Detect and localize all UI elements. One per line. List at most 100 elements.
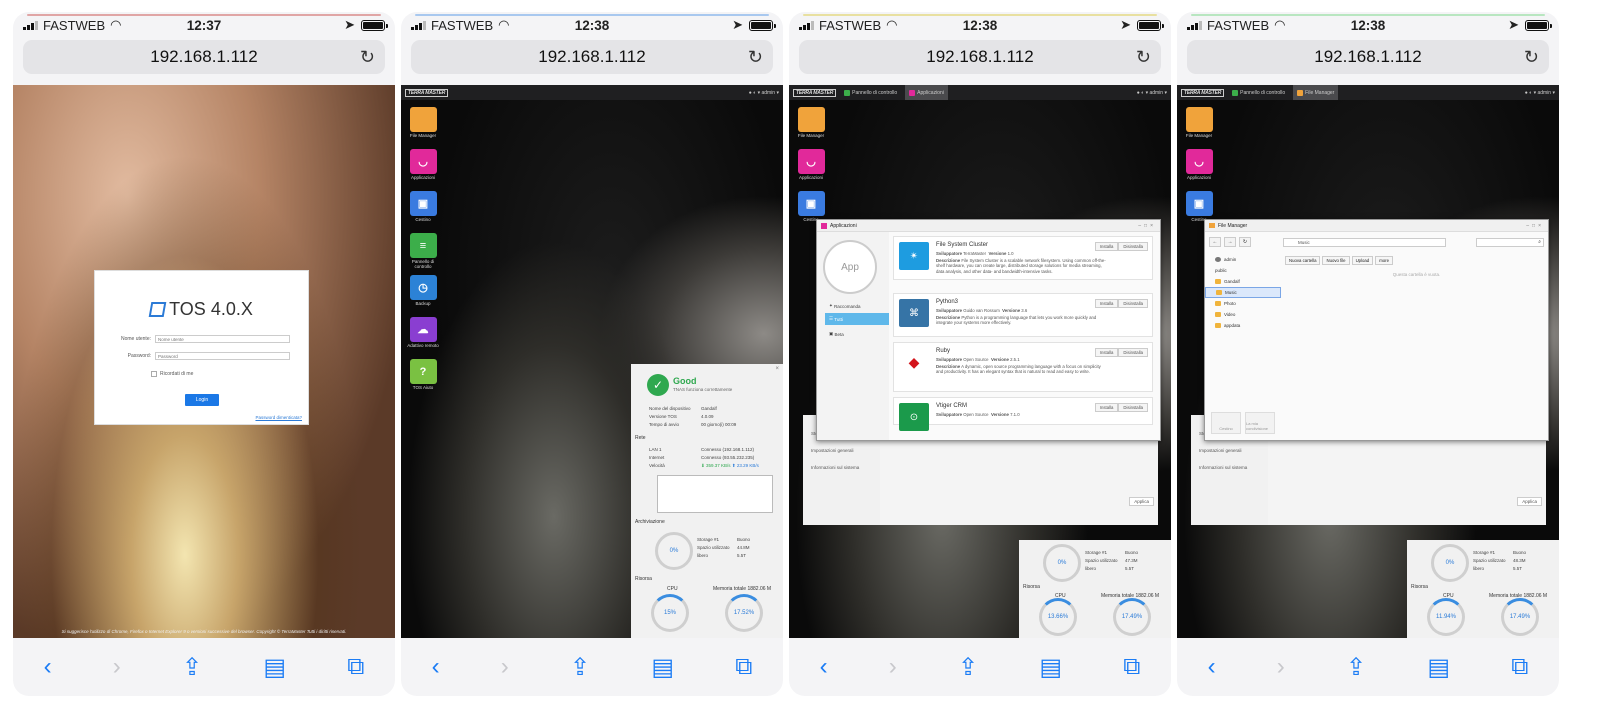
nav-forward-icon[interactable]: → (1224, 237, 1236, 247)
user-menu[interactable]: ● ◐ ▾ admin ▾ (1137, 90, 1167, 96)
address-bar[interactable]: 192.168.1.112 ↻ (1187, 40, 1549, 74)
reload-icon[interactable]: ↻ (1524, 47, 1539, 68)
desktop-icon-help[interactable]: ? TOS Aiuto (407, 359, 439, 401)
taskbar-tab-apps[interactable]: Applicazioni (905, 85, 948, 100)
install-button[interactable]: Installa (1094, 403, 1119, 412)
more-button[interactable]: more (1375, 256, 1393, 265)
reload-icon[interactable]: ↻ (1136, 47, 1151, 68)
taskbar-tab-control-panel[interactable]: Pannello di controllo (1228, 85, 1289, 100)
tree-item[interactable]: Gandalf (1205, 276, 1281, 287)
tree-item[interactable]: admin (1205, 254, 1281, 265)
apply-button[interactable]: Applica (1129, 497, 1154, 506)
forgot-password-link[interactable]: Password dimenticata? (255, 415, 302, 420)
new-file-button[interactable]: Nuovo file (1322, 256, 1350, 265)
tree-item[interactable]: public (1205, 265, 1281, 276)
tabs-icon[interactable]: ⧉ (1511, 653, 1528, 681)
install-button[interactable]: Installa (1094, 242, 1119, 251)
reload-icon[interactable]: ↻ (748, 47, 763, 68)
tree-item-selected[interactable]: Music (1205, 287, 1281, 298)
tabs-icon[interactable]: ⧉ (347, 653, 364, 681)
taskbar-tab-control-panel[interactable]: Pannello di controllo (840, 85, 901, 100)
reload-icon[interactable]: ↻ (360, 47, 375, 68)
share-icon[interactable]: ⇪ (958, 653, 978, 682)
resource-section-title: Risorsa (635, 576, 652, 582)
login-button[interactable]: Login (185, 394, 219, 406)
desktop-icon-applicazioni[interactable]: ◡ Applicazioni (1183, 149, 1215, 191)
new-folder-button[interactable]: Nuova cartella (1285, 256, 1321, 265)
fm-path-field[interactable]: Music (1283, 238, 1446, 247)
desktop-icon-pannello[interactable]: ≡ Pannello di controllo (407, 233, 439, 275)
apply-button[interactable]: Applica (1517, 497, 1542, 506)
internet-label: Internet (649, 455, 665, 460)
window-controls[interactable]: –□× (1526, 223, 1544, 229)
tabs-icon[interactable]: ⧉ (735, 653, 752, 681)
cp-system-info[interactable]: Informazioni sul sistema (1199, 465, 1247, 470)
desktop-icon-remote[interactable]: ☁ Adattivo remoto (407, 317, 439, 359)
phone-screen-apps: FASTWEB ◠ 12:38 ➤ 192.168.1.112 ↻ TERRA … (789, 12, 1171, 696)
apps-icon (821, 222, 827, 229)
help-icon: ? (409, 359, 437, 384)
cube-icon (148, 302, 167, 317)
uninstall-button[interactable]: Disinstalla (1118, 242, 1148, 251)
nav-back-icon[interactable]: ← (1209, 237, 1221, 247)
bookmarks-icon[interactable]: ▤ (651, 653, 674, 682)
tree-item[interactable]: Video (1205, 309, 1281, 320)
remember-checkbox[interactable] (151, 371, 157, 377)
desktop-icon-backup[interactable]: ◷ Backup (407, 275, 439, 317)
cpu-label: CPU (667, 586, 678, 592)
refresh-icon[interactable]: ↻ (1239, 237, 1251, 247)
desktop-icon-applicazioni[interactable]: ◡ Applicazioni (795, 149, 827, 191)
username-input[interactable] (155, 335, 290, 343)
bookmarks-icon[interactable]: ▤ (1427, 653, 1450, 682)
window-controls[interactable]: –□× (1138, 223, 1156, 229)
uptime-value: 00 giorno(i) 00:09 (701, 422, 737, 427)
status-bar: FASTWEB ◠ 12:37 ➤ (13, 12, 395, 38)
cat-recommended[interactable]: ✦ Raccomanda (825, 300, 889, 312)
cp-system-info[interactable]: Informazioni sul sistema (811, 465, 859, 470)
cp-general-settings[interactable]: Impostazioni generali (811, 448, 854, 453)
uninstall-button[interactable]: Disinstalla (1118, 403, 1148, 412)
bookmarks-icon[interactable]: ▤ (1039, 653, 1062, 682)
back-icon[interactable]: ‹ (432, 653, 440, 681)
cat-beta[interactable]: ▣ Beta (825, 328, 889, 340)
password-input[interactable] (155, 352, 290, 360)
apps-window-titlebar[interactable]: Applicazioni –□× (817, 220, 1160, 232)
user-menu[interactable]: ● ◐ ▾ admin ▾ (1525, 90, 1555, 96)
back-icon[interactable]: ‹ (820, 653, 828, 681)
fm-search-field[interactable]: ⌕ (1476, 238, 1544, 247)
used-value: 44.8M (737, 545, 750, 550)
address-bar[interactable]: 192.168.1.112 ↻ (411, 40, 773, 74)
install-button[interactable]: Installa (1094, 299, 1119, 308)
desktop-icon-cestino[interactable]: ▣ Cestino (407, 191, 439, 233)
cat-all[interactable]: ☰ Tutti (825, 313, 889, 325)
my-share-shortcut[interactable]: La mia condivisione (1245, 412, 1275, 434)
tree-item[interactable]: appdata (1205, 320, 1281, 331)
share-icon[interactable]: ⇪ (182, 653, 202, 682)
health-status: Good (673, 376, 697, 386)
back-icon[interactable]: ‹ (1208, 653, 1216, 681)
trash-shortcut[interactable]: Cestino (1211, 412, 1241, 434)
install-button[interactable]: Installa (1094, 348, 1119, 357)
address-bar[interactable]: 192.168.1.112 ↻ (23, 40, 385, 74)
desktop-icon-file-manager[interactable]: File Manager (795, 107, 827, 149)
remember-me[interactable]: Ricordati di me (151, 371, 193, 377)
taskbar-tab-file-manager[interactable]: File Manager (1293, 85, 1339, 100)
tabs-icon[interactable]: ⧉ (1123, 653, 1140, 681)
desktop-icon-file-manager[interactable]: File Manager (1183, 107, 1215, 149)
desktop-icon-file-manager[interactable]: File Manager (407, 107, 439, 149)
tree-item[interactable]: Photo (1205, 298, 1281, 309)
address-bar[interactable]: 192.168.1.112 ↻ (799, 40, 1161, 74)
bookmarks-icon[interactable]: ▤ (263, 653, 286, 682)
uninstall-button[interactable]: Disinstalla (1118, 348, 1148, 357)
desktop-icon-applicazioni[interactable]: ◡ Applicazioni (407, 149, 439, 191)
share-icon[interactable]: ⇪ (570, 653, 590, 682)
tos-taskbar: TERRA MASTER Pannello di controllo File … (1177, 85, 1559, 100)
fm-window-titlebar[interactable]: File Manager –□× (1205, 220, 1548, 232)
upload-button[interactable]: Upload (1351, 256, 1374, 265)
cp-general-settings[interactable]: Impostazioni generali (1199, 448, 1242, 453)
share-icon[interactable]: ⇪ (1346, 653, 1366, 682)
back-icon[interactable]: ‹ (44, 653, 52, 681)
uninstall-button[interactable]: Disinstalla (1118, 299, 1148, 308)
user-menu[interactable]: ● ◐ ▾ admin ▾ (749, 90, 779, 96)
close-icon[interactable]: × (775, 366, 779, 372)
